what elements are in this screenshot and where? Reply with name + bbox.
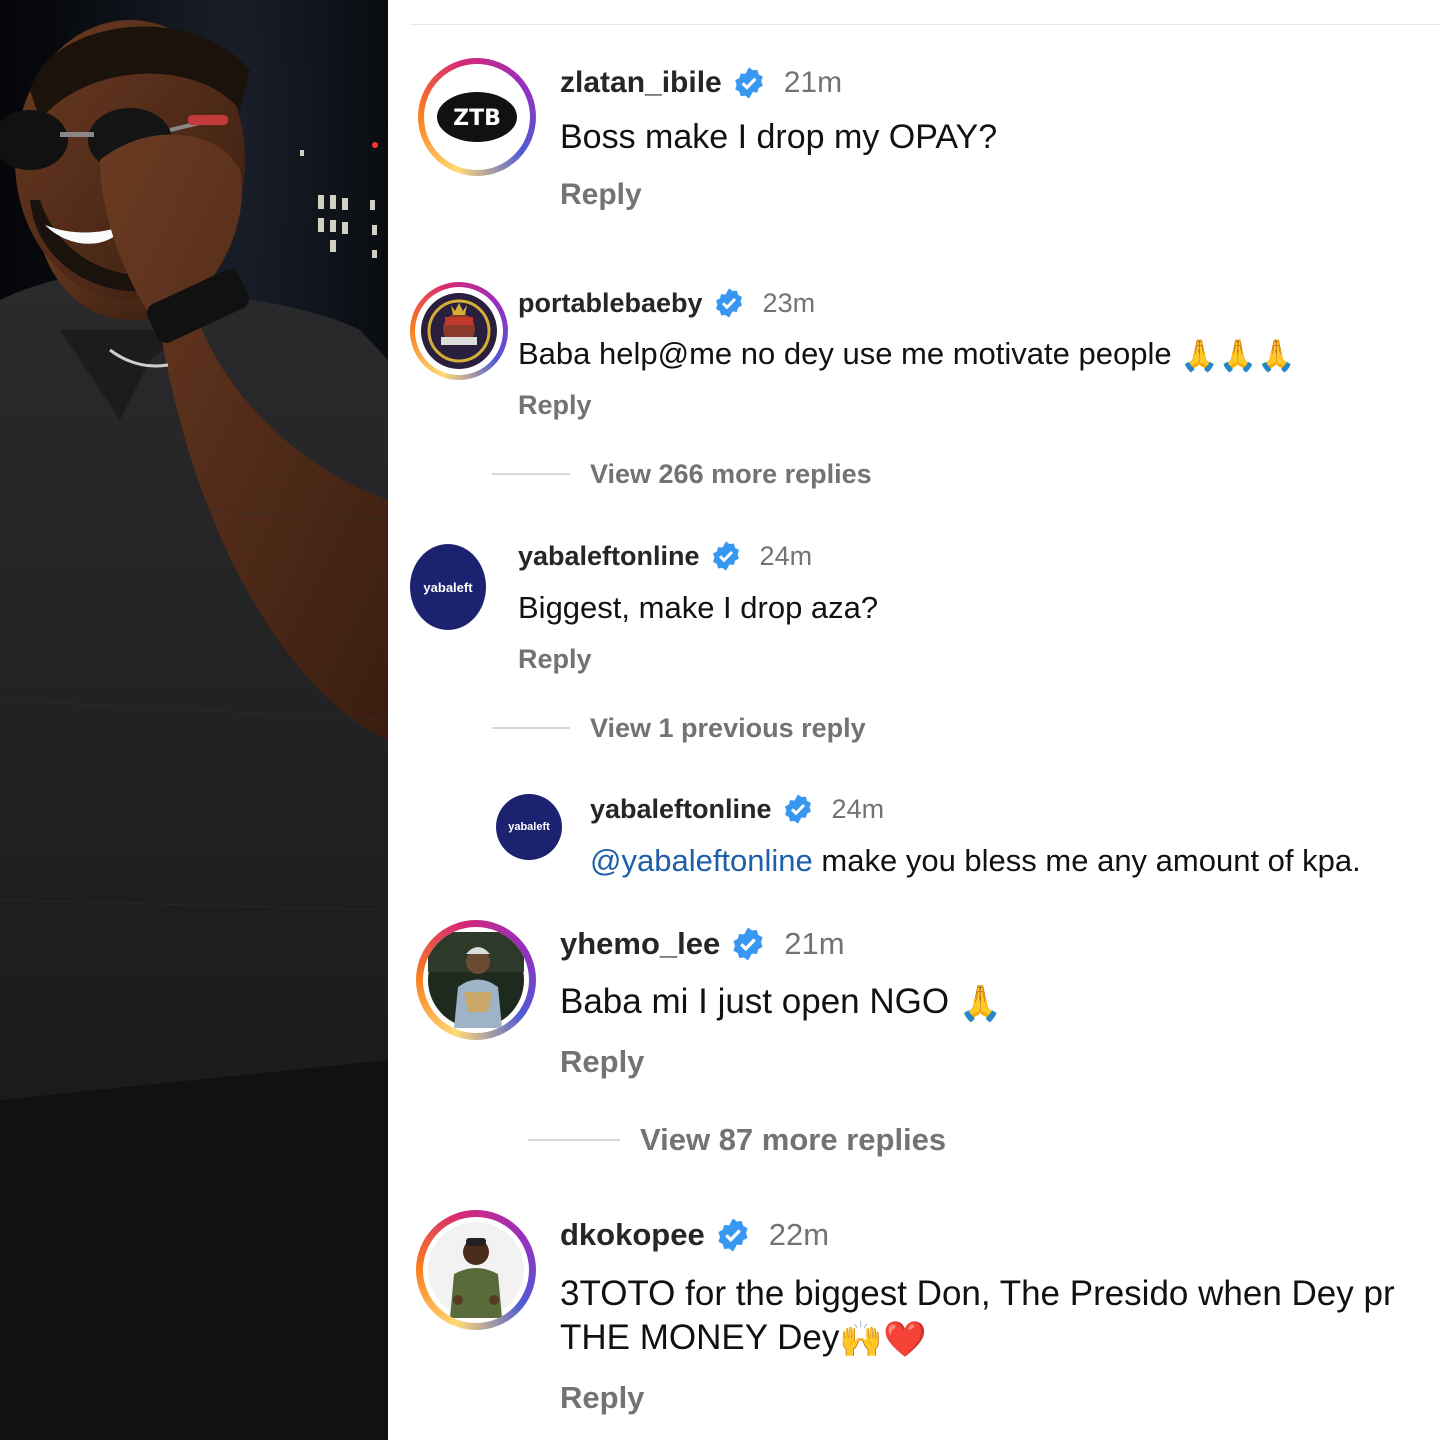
view-more-replies-label[interactable]: View 87 more replies (640, 1122, 946, 1158)
timestamp: 23m (762, 287, 816, 318)
avatar[interactable]: yabaleft (496, 794, 562, 860)
reply-button[interactable]: Reply (560, 178, 642, 212)
verified-badge-icon (734, 67, 763, 99)
view-previous-replies-label[interactable]: View 1 previous reply (590, 713, 866, 744)
comment-text: @yabaleftonline make you bless me any am… (590, 843, 1361, 879)
photo-panel (0, 0, 388, 1440)
divider (410, 24, 1440, 25)
comment-text-line1: 3TOTO for the biggest Don, The Presido w… (560, 1274, 1395, 1313)
yabaleft-logo-icon: yabaleft (508, 821, 550, 833)
reply-button[interactable]: Reply (518, 390, 592, 421)
reply-button[interactable]: Reply (560, 1044, 644, 1080)
comment-text-body: make you bless me any amount of kpa. (812, 843, 1361, 878)
username[interactable]: yabaleftonline (518, 541, 700, 572)
timestamp: 24m (759, 540, 813, 571)
comment-text: Baba mi I just open NGO 🙏 (560, 982, 1002, 1024)
verified-badge-icon (715, 288, 742, 318)
view-more-replies[interactable]: View 266 more replies (492, 456, 872, 492)
verified-badge-icon (733, 927, 763, 961)
timestamp: 21m (784, 926, 845, 961)
avatar[interactable]: ZTB (418, 58, 536, 176)
avatar[interactable]: yabaleft (410, 544, 486, 630)
svg-text:ZTB: ZTB (453, 106, 501, 131)
username[interactable]: portablebaeby (518, 288, 703, 319)
view-more-replies-label[interactable]: View 266 more replies (590, 459, 872, 490)
avatar[interactable] (416, 920, 536, 1040)
comment-text-body: Baba help@me no dey use me motivate peop… (518, 336, 1172, 371)
reply-button[interactable]: Reply (518, 644, 592, 675)
view-more-replies[interactable]: View 87 more replies (528, 1120, 946, 1160)
pray-emoji-icon: 🙏 (958, 984, 1003, 1025)
zlatan-logo-icon: ZTB (437, 92, 517, 142)
person-photo-icon (428, 1222, 524, 1318)
comment-text: Baba help@me no dey use me motivate peop… (518, 336, 1296, 374)
avatar[interactable] (410, 282, 508, 380)
divider (528, 1139, 620, 1141)
username[interactable]: dkokopee (560, 1217, 705, 1253)
view-previous-replies[interactable]: View 1 previous reply (492, 710, 866, 746)
timestamp: 24m (831, 793, 885, 824)
raised-hands-heart-emoji-icon: 🙌❤️ (839, 1320, 927, 1361)
verified-badge-icon (784, 794, 811, 824)
comment-text: Boss make I drop my OPAY? (560, 118, 998, 156)
reply-button[interactable]: Reply (560, 1380, 644, 1416)
username[interactable]: yabaleftonline (590, 794, 772, 825)
divider (492, 727, 570, 729)
timestamp: 21m (783, 66, 843, 99)
divider (492, 473, 570, 475)
comment-text: Biggest, make I drop aza? (518, 590, 879, 625)
comment-text-line2: THE MONEY Dey🙌❤️ (560, 1318, 927, 1360)
comment-text-body: THE MONEY Dey (560, 1318, 840, 1357)
timestamp: 22m (768, 1217, 830, 1252)
avatar[interactable] (416, 1210, 536, 1330)
comments-panel: ZTB zlatan_ibile 21m Boss make I drop my… (388, 0, 1440, 1440)
username[interactable]: yhemo_lee (560, 926, 720, 962)
comment-text-body: Baba mi I just open NGO (560, 982, 950, 1021)
verified-badge-icon (712, 541, 739, 571)
username[interactable]: zlatan_ibile (560, 66, 722, 100)
portable-logo-icon (421, 293, 497, 369)
mention-link[interactable]: @yabaleftonline (590, 843, 813, 878)
yabaleft-logo-icon: yabaleft (423, 579, 473, 595)
verified-badge-icon (718, 1218, 748, 1252)
person-photo-icon (428, 932, 524, 1028)
pray-emoji-icon: 🙏🙏🙏 (1180, 338, 1297, 375)
man-in-black-shirt-photo (0, 20, 388, 1440)
